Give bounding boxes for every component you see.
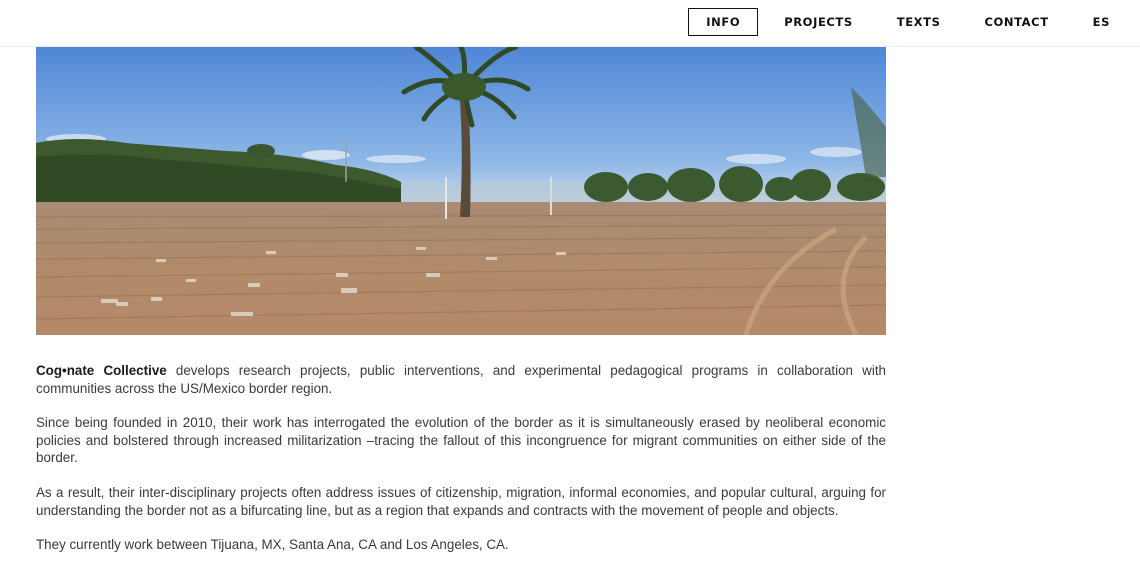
nav-item-contact[interactable]: CONTACT bbox=[966, 8, 1066, 36]
main-nav: INFO PROJECTS TEXTS CONTACT ES bbox=[688, 8, 1140, 36]
nav-item-info[interactable]: INFO bbox=[688, 8, 759, 36]
projects-paragraph: As a result, their inter-disciplinary pr… bbox=[36, 484, 886, 518]
about-text: Cog•nate Collective develops research pr… bbox=[36, 362, 886, 571]
hero-image bbox=[36, 47, 886, 335]
nav-item-texts[interactable]: TEXTS bbox=[879, 8, 959, 36]
history-paragraph: Since being founded in 2010, their work … bbox=[36, 415, 886, 466]
intro-paragraph: Cog•nate Collective develops research pr… bbox=[36, 362, 886, 397]
top-navigation-bar: INFO PROJECTS TEXTS CONTACT ES bbox=[0, 0, 1140, 47]
nav-item-projects[interactable]: PROJECTS bbox=[766, 8, 871, 36]
field-palm-photo bbox=[36, 47, 886, 335]
location-paragraph: They currently work between Tijuana, MX,… bbox=[36, 537, 509, 553]
collective-name: Cog•nate Collective bbox=[36, 363, 167, 378]
language-toggle-es[interactable]: ES bbox=[1075, 8, 1127, 36]
